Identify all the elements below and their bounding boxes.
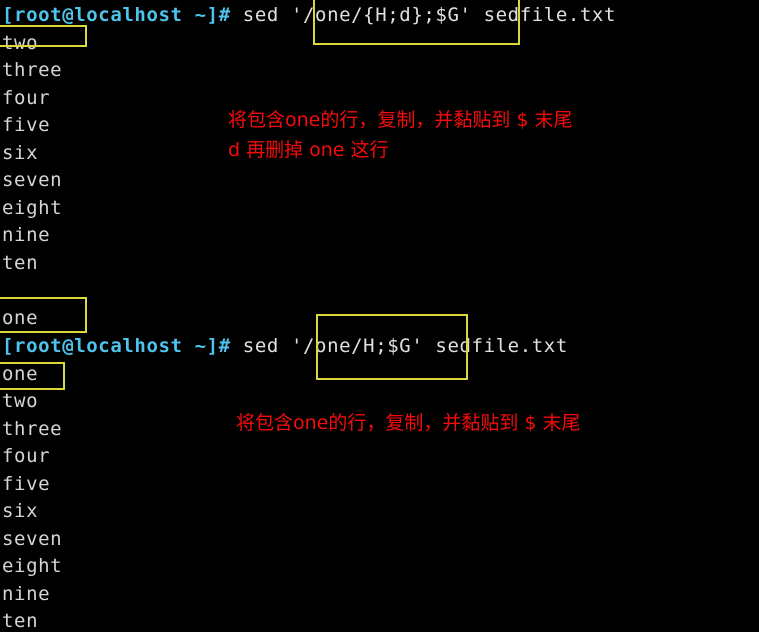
output-line: two: [2, 390, 39, 412]
output-line: four: [2, 445, 51, 467]
shell-prompt-1: [root@localhost ~]#: [2, 4, 231, 26]
output-line: one: [2, 363, 39, 385]
output-line: five: [2, 473, 51, 495]
shell-prompt-2: [root@localhost ~]#: [2, 335, 231, 357]
annotation-1-line-2: d 再删掉 one 这行: [228, 139, 389, 161]
output-line: seven: [2, 528, 63, 550]
command-expression-1: '/one/{H;d};$G': [290, 4, 472, 26]
output-line: six: [2, 142, 39, 164]
output-line: eight: [2, 197, 63, 219]
command-suffix-2: sedfile.txt: [423, 335, 568, 357]
command-line-1[interactable]: [root@localhost ~]# sed '/one/{H;d};$G' …: [2, 2, 616, 30]
annotation-2-line-1: 将包含one的行，复制，并黏贴到 $ 末尾: [236, 412, 581, 434]
annotation-1-line-1: 将包含one的行，复制，并黏贴到 $ 末尾: [228, 109, 573, 131]
output-line: six: [2, 500, 39, 522]
command-suffix-1: sedfile.txt: [471, 4, 617, 26]
output-line: ten: [2, 610, 39, 632]
command-prefix-2: sed: [230, 335, 291, 357]
output-line: nine: [2, 224, 51, 246]
command-expression-2: '/one/H;$G': [290, 335, 424, 357]
output-line: three: [2, 418, 63, 440]
output-line: four: [2, 87, 51, 109]
terminal-window: [root@localhost ~]# sed '/one/{H;d};$G' …: [0, 0, 759, 632]
output-line: three: [2, 59, 63, 81]
output-line: seven: [2, 169, 63, 191]
output-line: two: [2, 32, 39, 54]
command-line-2[interactable]: [root@localhost ~]# sed '/one/H;$G' sedf…: [2, 333, 568, 361]
output-line: ten: [2, 252, 39, 274]
output-line: eight: [2, 555, 63, 577]
output-line: five: [2, 114, 51, 136]
command-prefix-1: sed: [230, 4, 291, 26]
output-line: one: [2, 307, 39, 329]
output-line: nine: [2, 583, 51, 605]
